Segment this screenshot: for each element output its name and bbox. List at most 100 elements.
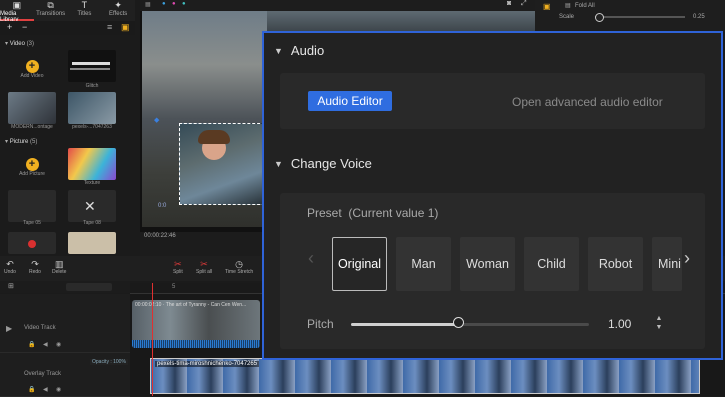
lock-icon[interactable]: 🔒 — [28, 386, 35, 393]
tab-label: Transitions — [36, 11, 66, 17]
snap-toggle[interactable] — [66, 283, 112, 291]
fullscreen-icon[interactable]: ⤢ — [521, 0, 527, 8]
tab-label: Titles — [77, 11, 92, 17]
camera-icon[interactable]: ◙ — [507, 0, 511, 7]
scale-knob[interactable] — [595, 13, 604, 22]
preset-mini[interactable]: Mini — [652, 237, 682, 291]
undo-button[interactable]: ↶ Undo — [4, 259, 16, 275]
grid-icon[interactable]: ▦ — [145, 1, 151, 8]
tool-label: Redo — [29, 269, 41, 275]
properties-icon[interactable]: ▣ — [543, 2, 551, 11]
plus-icon: + — [25, 59, 39, 73]
tool-label: Time Stretch — [225, 269, 254, 275]
pitch-label: Pitch — [307, 317, 334, 331]
split-icon: ✂ — [174, 259, 182, 269]
preset-child[interactable]: Child — [524, 237, 579, 291]
scale-label: Scale — [559, 14, 575, 20]
tool-label: Undo — [4, 269, 16, 275]
delete-icon: ▥ — [54, 259, 64, 269]
picture-thumb-red[interactable] — [8, 232, 56, 254]
video-section-header[interactable]: ▾ Video (3) — [5, 40, 34, 47]
undo-icon: ↶ — [6, 259, 14, 269]
picture-thumb-tape05[interactable] — [8, 190, 56, 222]
change-voice-header[interactable]: ▼ Change Voice — [274, 156, 372, 171]
overlay-code: 0:0 — [158, 203, 167, 209]
tab-titles[interactable]: T Titles — [68, 0, 102, 21]
split-all-icon: ✂ — [200, 259, 208, 269]
fold-all-icon[interactable]: ▤ — [565, 2, 571, 9]
picture-section-header[interactable]: ▾ Picture (5) — [5, 138, 37, 145]
stepper-down-icon[interactable]: ▼ — [656, 323, 663, 332]
grid-view-icon[interactable]: ▣ — [121, 22, 130, 33]
preset-prev-icon[interactable]: ‹ — [308, 248, 314, 269]
anchor-icon[interactable]: ◆ — [154, 116, 159, 124]
library-toolbar: + − ≡ ▣ — [0, 21, 135, 35]
time-stretch-button[interactable]: ◷ Time Stretch — [225, 259, 253, 275]
split-button[interactable]: ✂ Split — [173, 259, 183, 275]
video-label-glitch: Glitch — [85, 83, 99, 89]
tab-media-library[interactable]: ▣ Media Library — [0, 0, 34, 23]
timeline-playhead[interactable] — [152, 283, 153, 396]
eye-icon[interactable]: ◉ — [56, 341, 61, 348]
preset-original[interactable]: Original — [332, 237, 387, 291]
video-label-modern: MODERN...ontage — [11, 124, 53, 130]
audio-editor-button[interactable]: Audio Editor — [308, 91, 392, 111]
delete-button[interactable]: ▥ Delete — [52, 259, 66, 275]
redo-button[interactable]: ↷ Redo — [29, 259, 41, 275]
scale-slider[interactable] — [595, 16, 685, 18]
audio-panel: ▼ Audio Audio Editor Open advanced audio… — [262, 31, 723, 360]
overlay-clip-name: pexels-tima-miroshnichenko-7047265 — [155, 361, 260, 367]
video-thumb-pexels[interactable] — [68, 92, 116, 124]
audio-section-title: Audio — [290, 43, 325, 58]
picture-thumb-tape08[interactable]: ✕ — [68, 190, 116, 222]
dot-blue-icon: ● — [162, 1, 166, 7]
pitch-slider-knob[interactable] — [452, 317, 464, 328]
add-track-icon[interactable]: ⊞ — [8, 282, 14, 290]
plus-icon: + — [25, 157, 39, 171]
picture-label-texture: Texture — [83, 180, 101, 186]
eye-icon[interactable]: ◉ — [56, 386, 61, 393]
stepper-up-icon[interactable]: ▲ — [656, 314, 663, 323]
preset-man[interactable]: Man — [396, 237, 451, 291]
mute-icon[interactable]: ◀ — [43, 386, 48, 393]
video-thumb-glitch[interactable] — [68, 50, 116, 82]
lock-icon[interactable]: 🔒 — [28, 341, 35, 348]
time-stretch-icon: ◷ — [235, 259, 243, 269]
collapse-triangle-icon: ▼ — [274, 45, 283, 56]
video-thumb-modern[interactable] — [8, 92, 56, 124]
ruler-mark: 5 — [172, 284, 176, 290]
red-dot-icon — [28, 240, 36, 248]
overlay-track-clip[interactable]: pexels-tima-miroshnichenko-7047265 — [150, 358, 700, 394]
collapse-triangle-icon: ▼ — [274, 158, 283, 169]
titles-icon: T — [81, 0, 88, 10]
redo-icon: ↷ — [31, 259, 39, 269]
preset-woman[interactable]: Woman — [460, 237, 515, 291]
minus-icon[interactable]: − — [22, 22, 27, 32]
overlay-clip-preview[interactable] — [179, 123, 265, 205]
preview-toolbar: ▦ ● ● ● ◙ ⤢ — [140, 0, 535, 11]
mute-icon[interactable]: ◀ — [43, 341, 48, 348]
fold-all-label[interactable]: Fold All — [575, 3, 595, 9]
picture-thumb-paper[interactable] — [68, 232, 116, 254]
scale-value: 0.25 — [693, 14, 705, 20]
tab-effects[interactable]: ✦ Effects — [101, 0, 135, 21]
dot-pink-icon: ● — [172, 1, 176, 7]
preset-robot[interactable]: Robot — [588, 237, 643, 291]
picture-label-tape08: Tape 08 — [83, 220, 101, 226]
split-all-button[interactable]: ✂ Split all — [196, 259, 212, 275]
audio-editor-hint: Open advanced audio editor — [512, 95, 663, 109]
pitch-stepper[interactable]: ▲ ▼ — [654, 314, 664, 334]
preview-timecode: 00:00:22:46 — [144, 233, 176, 239]
transitions-icon: ⧉ — [47, 0, 54, 10]
overlay-track-label: Overlay Track — [24, 371, 62, 377]
audio-section-header[interactable]: ▼ Audio — [274, 43, 324, 58]
tab-transitions[interactable]: ⧉ Transitions — [34, 0, 68, 21]
list-view-icon[interactable]: ≡ — [107, 22, 112, 32]
add-icon[interactable]: + — [7, 22, 12, 32]
picture-thumb-texture[interactable] — [68, 148, 116, 180]
video-count: (3) — [26, 41, 34, 47]
add-picture-label: Add Picture — [19, 171, 45, 177]
preset-current-value: (Current value 1) — [348, 206, 439, 220]
preset-next-icon[interactable]: › — [684, 248, 690, 269]
pitch-value[interactable]: 1.00 — [608, 317, 631, 331]
